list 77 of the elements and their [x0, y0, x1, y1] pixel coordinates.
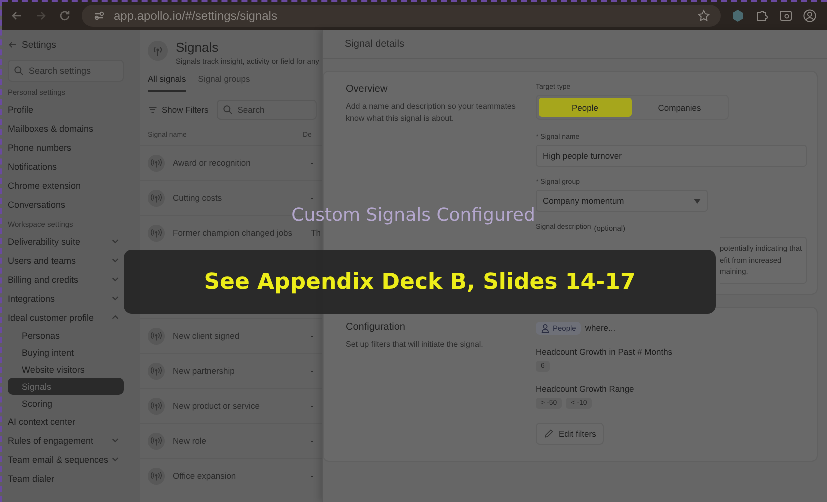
dropdown[interactable]: Company momentum — [536, 190, 708, 212]
sidebar-item[interactable]: Deliverability suite — [8, 232, 124, 251]
sidebar-item[interactable]: Billing and credits — [8, 270, 124, 289]
filter-label: Headcount Growth in Past # Months — [536, 346, 674, 357]
show-filters-button[interactable]: Show Filters — [148, 105, 209, 115]
sidebar-item[interactable]: Profile — [8, 100, 124, 119]
signal-icon — [148, 154, 165, 172]
dropdown-arrow-icon — [694, 198, 701, 204]
table-cell: - — [311, 401, 314, 411]
section-description: Add a name and description so your teammates know what this signal is about. — [346, 101, 517, 124]
search-icon — [222, 105, 233, 115]
sidebar-item[interactable]: Integrations — [8, 289, 124, 308]
panel-title: Signal details — [345, 38, 404, 50]
chevron-icon — [111, 294, 120, 303]
tab-search-icon[interactable] — [779, 9, 793, 23]
filter-label: Headcount Growth Range — [536, 384, 636, 394]
address-bar[interactable]: app.apollo.io/#/settings/signals — [82, 5, 721, 27]
table-cell: - — [311, 471, 314, 481]
section-description: Set up filters that will initiate the signal. — [346, 338, 484, 350]
chevron-icon — [111, 436, 120, 445]
search-icon — [14, 66, 24, 76]
chevron-icon — [111, 313, 120, 322]
banner-text: See Appendix Deck B, Slides 14-17 — [204, 270, 636, 294]
sidebar-item[interactable]: Ideal customer profile — [8, 308, 124, 327]
where-text: where... — [585, 323, 616, 334]
signal-icon — [148, 398, 165, 414]
sidebar-item[interactable]: Scoring — [8, 395, 124, 412]
sidebar-item[interactable]: Notifications — [8, 157, 124, 176]
sidebar-item[interactable]: AI context center — [8, 412, 124, 431]
signal-icon — [148, 328, 165, 344]
sidebar-item[interactable]: Buying intent — [8, 344, 124, 361]
signal-icon — [148, 432, 165, 450]
star-icon[interactable] — [697, 9, 711, 23]
section-title: Configuration — [346, 322, 406, 333]
sidebar-item[interactable]: Rules of engagement — [8, 431, 124, 450]
table-cell: - — [311, 158, 314, 168]
sidebar-item[interactable]: Mailboxes & domains — [8, 119, 124, 138]
table-cell: - — [311, 366, 314, 376]
edit-filters-button[interactable]: Edit filters — [536, 422, 604, 445]
back-link[interactable]: Settings — [8, 30, 56, 60]
sidebar-item[interactable]: Personas — [8, 327, 124, 344]
segment-option[interactable]: Companies — [634, 98, 726, 117]
person-icon — [541, 324, 550, 333]
table-cell: - — [311, 193, 314, 203]
table-cell: - — [311, 331, 314, 341]
sidebar-item[interactable]: Signals — [8, 378, 124, 395]
chevron-icon — [111, 455, 120, 464]
puzzle-icon[interactable] — [755, 9, 769, 23]
reload-icon[interactable] — [58, 9, 72, 23]
signal-icon — [148, 224, 165, 242]
extension-icon[interactable] — [731, 9, 745, 23]
sidebar-item[interactable]: Team dialer — [8, 469, 124, 488]
sidebar-item[interactable]: Users and teams — [8, 251, 124, 270]
sidebar-item[interactable]: Phone numbers — [8, 138, 124, 157]
signal-icon — [148, 468, 165, 484]
signal-icon — [148, 190, 165, 206]
filter-icon — [148, 105, 158, 115]
chevron-icon — [111, 275, 120, 284]
chevron-icon — [111, 256, 120, 265]
overlay-caption: Custom Signals Configured — [292, 205, 536, 226]
sidebar-item[interactable]: Chrome extension — [8, 176, 124, 195]
pencil-icon — [544, 428, 554, 439]
tab[interactable]: All signals — [148, 74, 186, 92]
back-arrow-icon — [8, 40, 18, 50]
signal-icon — [148, 362, 165, 380]
profile-icon[interactable] — [803, 9, 817, 23]
sidebar-item[interactable]: Website visitors — [8, 361, 124, 378]
table-cell: - — [311, 436, 314, 446]
page-title: Signals — [176, 40, 220, 55]
site-settings-icon[interactable] — [92, 9, 106, 23]
input-field[interactable]: High people turnover — [536, 145, 808, 167]
chevron-icon — [111, 237, 120, 246]
section-title: Overview — [346, 84, 389, 95]
sidebar-item[interactable]: Team email & sequences — [8, 450, 124, 469]
segment-option[interactable]: People — [539, 98, 632, 117]
signal-icon — [148, 41, 168, 61]
sidebar-item[interactable]: Conversations — [8, 195, 124, 214]
